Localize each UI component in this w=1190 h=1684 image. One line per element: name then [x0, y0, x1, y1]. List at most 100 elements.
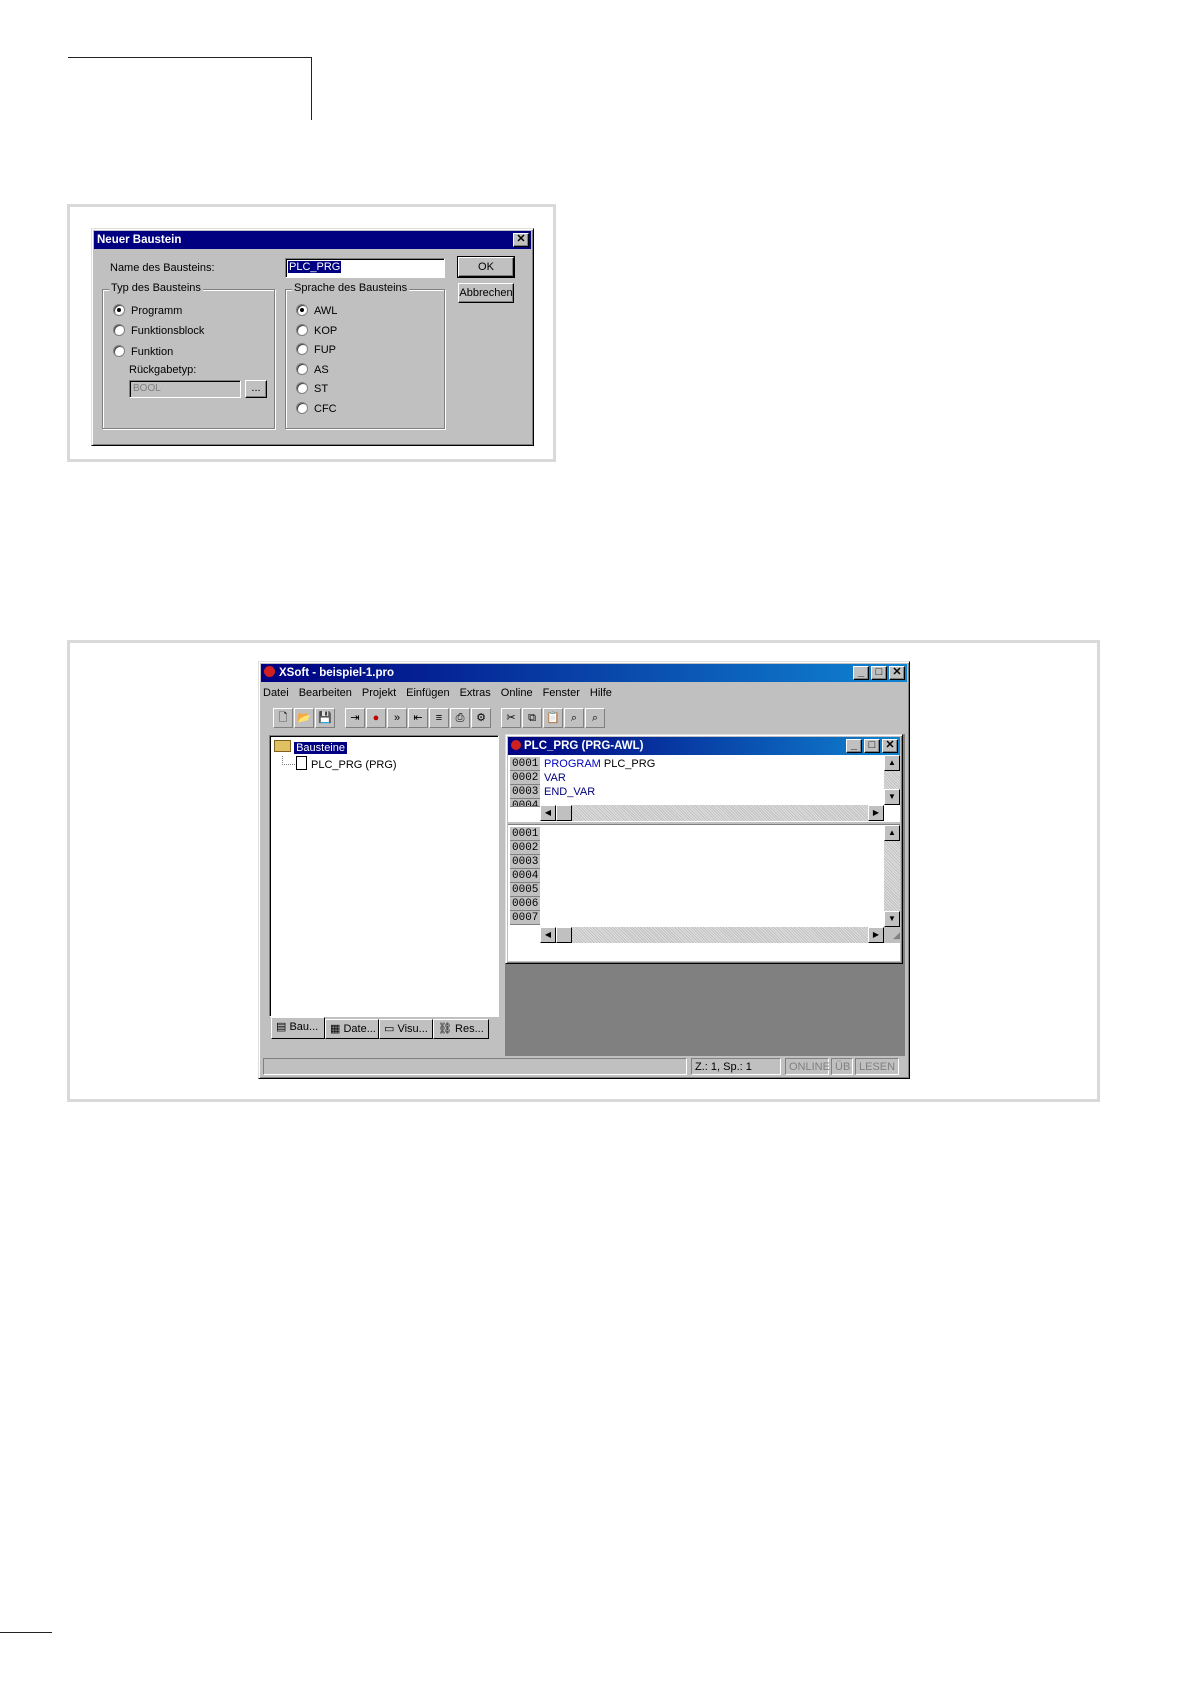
save-icon[interactable]: 💾 [315, 708, 335, 728]
resize-grip-icon[interactable]: ◢ [884, 927, 900, 943]
menu-extras[interactable]: Extras [460, 687, 491, 699]
object-organizer: Bausteine PLC_PRG (PRG) [269, 735, 499, 1017]
line-number: 0001 [510, 757, 540, 771]
ok-button[interactable]: OK [457, 256, 515, 278]
line-number: 0002 [510, 771, 540, 785]
declaration-vscroll[interactable]: ▲ ▼ [884, 755, 900, 805]
tab-visualisierung[interactable]: ▭ Visu... [379, 1019, 433, 1039]
menu-fenster[interactable]: Fenster [543, 687, 580, 699]
scroll-down-icon[interactable]: ▼ [884, 911, 900, 927]
menu-einfuegen[interactable]: Einfügen [406, 687, 449, 699]
line-number: 0001 [510, 827, 540, 841]
tab-ressourcen[interactable]: ⛓ Res... [433, 1019, 489, 1039]
run-icon[interactable]: » [387, 708, 407, 728]
radio-as[interactable]: AS [296, 363, 329, 377]
stop-icon[interactable]: ● [366, 708, 386, 728]
scroll-right-icon[interactable]: ▶ [868, 805, 884, 821]
line-number: 0005 [510, 883, 540, 897]
line-number: 0004 [510, 799, 540, 807]
radio-icon [296, 402, 308, 414]
body-hscroll[interactable]: ◀ ▶ [540, 927, 884, 943]
body-pane[interactable]: 0001 0002 0003 0004 0005 0006 0007 ▲ ▼ ◀… [508, 825, 900, 961]
scroll-up-icon[interactable]: ▲ [884, 825, 900, 841]
open-icon[interactable]: 📂 [294, 708, 314, 728]
xsoft-titlebar: XSoft - beispiel-1.pro _ □ ✕ [261, 664, 907, 682]
line-number: 0006 [510, 897, 540, 911]
return-type-input: BOOL [129, 380, 241, 398]
radio-icon [296, 382, 308, 394]
radio-programm[interactable]: Programm [113, 304, 182, 318]
copy-icon[interactable]: ⧉ [522, 708, 542, 728]
radio-funktion[interactable]: Funktion [113, 345, 173, 359]
radio-fup[interactable]: FUP [296, 343, 336, 357]
line-number: 0003 [510, 855, 540, 869]
radio-kop[interactable]: KOP [296, 324, 337, 338]
paste-icon[interactable]: 📋 [543, 708, 563, 728]
scroll-left-icon[interactable]: ◀ [540, 805, 556, 821]
name-input-value: PLC_PRG [288, 261, 342, 273]
line-number: 0003 [510, 785, 540, 799]
tab-bausteine[interactable]: ▤ Bau... [271, 1017, 325, 1039]
radio-icon [296, 363, 308, 375]
figure-frame-xsoft: XSoft - beispiel-1.pro _ □ ✕ Datei Bearbe… [67, 640, 1100, 1102]
tree-item-plc-prg[interactable]: PLC_PRG (PRG) [296, 756, 397, 771]
tree-root[interactable]: Bausteine [274, 740, 496, 755]
menu-datei[interactable]: Datei [263, 687, 289, 699]
scroll-thumb[interactable] [556, 927, 572, 943]
find-next-icon[interactable]: ⌕ [585, 708, 605, 728]
cut-icon[interactable]: ✂ [501, 708, 521, 728]
login-icon[interactable]: ⇥ [345, 708, 365, 728]
scroll-thumb[interactable] [556, 805, 572, 821]
menu-online[interactable]: Online [501, 687, 533, 699]
tree-root-label: Bausteine [294, 742, 347, 754]
radio-icon [113, 304, 125, 316]
scroll-down-icon[interactable]: ▼ [884, 789, 900, 805]
close-icon[interactable]: ✕ [882, 739, 898, 753]
declaration-hscroll[interactable]: ◀ ▶ [540, 805, 884, 821]
declaration-pane[interactable]: 0001 0002 0003 0004 PROGRAM PLC_PRG VAR … [508, 755, 900, 821]
editor-titlebar: PLC_PRG (PRG-AWL) _ □ ✕ [508, 737, 900, 755]
radio-icon [113, 324, 125, 336]
step-icon[interactable]: ≡ [429, 708, 449, 728]
code-line: END_VAR [544, 786, 596, 798]
find-icon[interactable]: ⌕ [564, 708, 584, 728]
new-icon[interactable]: 🗋 [273, 708, 293, 728]
minimize-icon[interactable]: _ [846, 739, 862, 753]
xsoft-window: XSoft - beispiel-1.pro _ □ ✕ Datei Bearbe… [258, 661, 910, 1079]
body-vscroll[interactable]: ▲ ▼ [884, 825, 900, 927]
radio-funktionsblock[interactable]: Funktionsblock [113, 324, 204, 338]
radio-cfc[interactable]: CFC [296, 402, 337, 416]
minimize-icon[interactable]: _ [853, 666, 869, 680]
new-pou-dialog: Neuer Baustein ✕ Name des Bausteins: PLC… [91, 228, 534, 446]
maximize-icon[interactable]: □ [864, 739, 880, 753]
scroll-right-icon[interactable]: ▶ [868, 927, 884, 943]
pou-icon [511, 740, 521, 750]
status-ueb: ÜB [831, 1058, 853, 1075]
menu-hilfe[interactable]: Hilfe [590, 687, 612, 699]
menu-projekt[interactable]: Projekt [362, 687, 396, 699]
tab-datentypen[interactable]: ▦ Date... [325, 1019, 379, 1039]
radio-awl[interactable]: AWL [296, 304, 337, 318]
maximize-icon[interactable]: □ [871, 666, 887, 680]
language-group: Sprache des Bausteins AWL KOP FUP AS ST … [285, 282, 445, 429]
status-message [263, 1058, 687, 1075]
scroll-up-icon[interactable]: ▲ [884, 755, 900, 771]
status-online: ONLINE [785, 1058, 830, 1075]
radio-icon [296, 324, 308, 336]
menu-bearbeiten[interactable]: Bearbeiten [299, 687, 352, 699]
debug-icon[interactable]: ⚙ [471, 708, 491, 728]
radio-icon [296, 343, 308, 355]
figure-frame-dialog: Neuer Baustein ✕ Name des Bausteins: PLC… [67, 204, 556, 462]
radio-st[interactable]: ST [296, 382, 328, 396]
radio-icon [113, 345, 125, 357]
logout-icon[interactable]: ⇤ [408, 708, 428, 728]
name-input[interactable]: PLC_PRG [285, 258, 445, 278]
scroll-left-icon[interactable]: ◀ [540, 927, 556, 943]
mdi-area: PLC_PRG (PRG-AWL) _ □ ✕ 0001 0002 0003 0… [505, 734, 905, 1056]
close-icon[interactable]: ✕ [889, 666, 905, 680]
print-icon[interactable]: ⎙ [450, 708, 470, 728]
cancel-button[interactable]: Abbrechen [458, 283, 514, 303]
status-lesen: LESEN [855, 1058, 899, 1075]
close-icon[interactable]: ✕ [513, 233, 529, 247]
return-type-label: Rückgabetyp: [129, 364, 197, 376]
